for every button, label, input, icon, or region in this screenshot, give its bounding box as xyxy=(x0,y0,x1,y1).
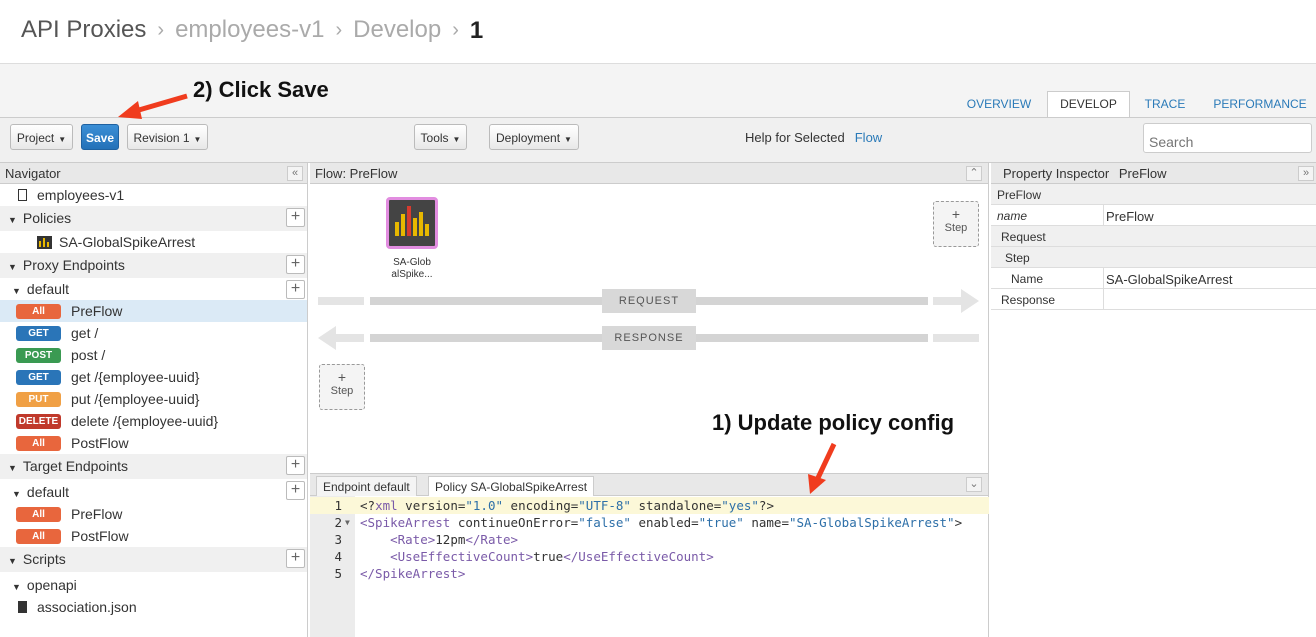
annotation-arrows xyxy=(118,93,837,494)
arrow-to-code-icon xyxy=(808,442,837,494)
arrow-to-save-icon xyxy=(118,93,188,119)
